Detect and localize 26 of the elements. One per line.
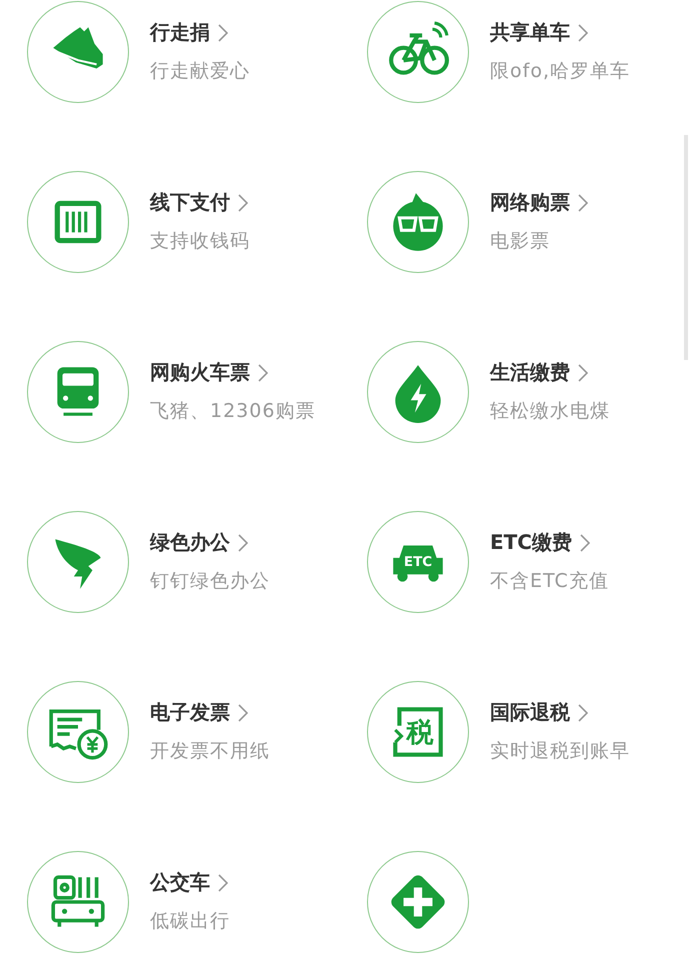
service-description: 不含ETC充值 xyxy=(490,569,609,594)
service-description: 飞猪、12306购票 xyxy=(150,399,316,424)
service-title[interactable]: 行走捐 xyxy=(150,19,210,46)
icon-text: ETC xyxy=(404,555,432,570)
service-title[interactable]: 生活缴费 xyxy=(490,359,570,386)
service-description: 开发票不用纸 xyxy=(150,739,270,764)
service-description: 实时退税到账早 xyxy=(490,739,630,764)
service-title[interactable]: ETC缴费 xyxy=(490,529,572,556)
service-title[interactable]: 网购火车票 xyxy=(150,359,250,386)
service-description: 低碳出行 xyxy=(150,909,230,934)
service-title[interactable]: 国际退税 xyxy=(490,699,570,726)
service-description: 行走献爱心 xyxy=(150,59,250,84)
service-title[interactable]: 共享单车 xyxy=(490,19,570,46)
service-title[interactable]: 电子发票 xyxy=(150,699,230,726)
service-description: 电影票 xyxy=(490,229,551,254)
service-title[interactable]: 绿色办公 xyxy=(150,529,230,556)
service-title[interactable]: 线下支付 xyxy=(150,189,230,216)
service-title[interactable]: 网络购票 xyxy=(490,189,570,216)
icon-text: 税 xyxy=(406,717,434,748)
icon-circle[interactable]: ETC xyxy=(367,511,469,613)
service-description: 限ofo,哈罗单车 xyxy=(490,59,630,84)
service-description: 钉钉绿色办公 xyxy=(150,569,270,594)
service-description: 支持收钱码 xyxy=(150,229,250,254)
service-description: 轻松缴水电煤 xyxy=(490,399,610,424)
icon-circle[interactable]: 税 xyxy=(367,681,469,783)
service-title[interactable]: 公交车 xyxy=(150,869,210,896)
